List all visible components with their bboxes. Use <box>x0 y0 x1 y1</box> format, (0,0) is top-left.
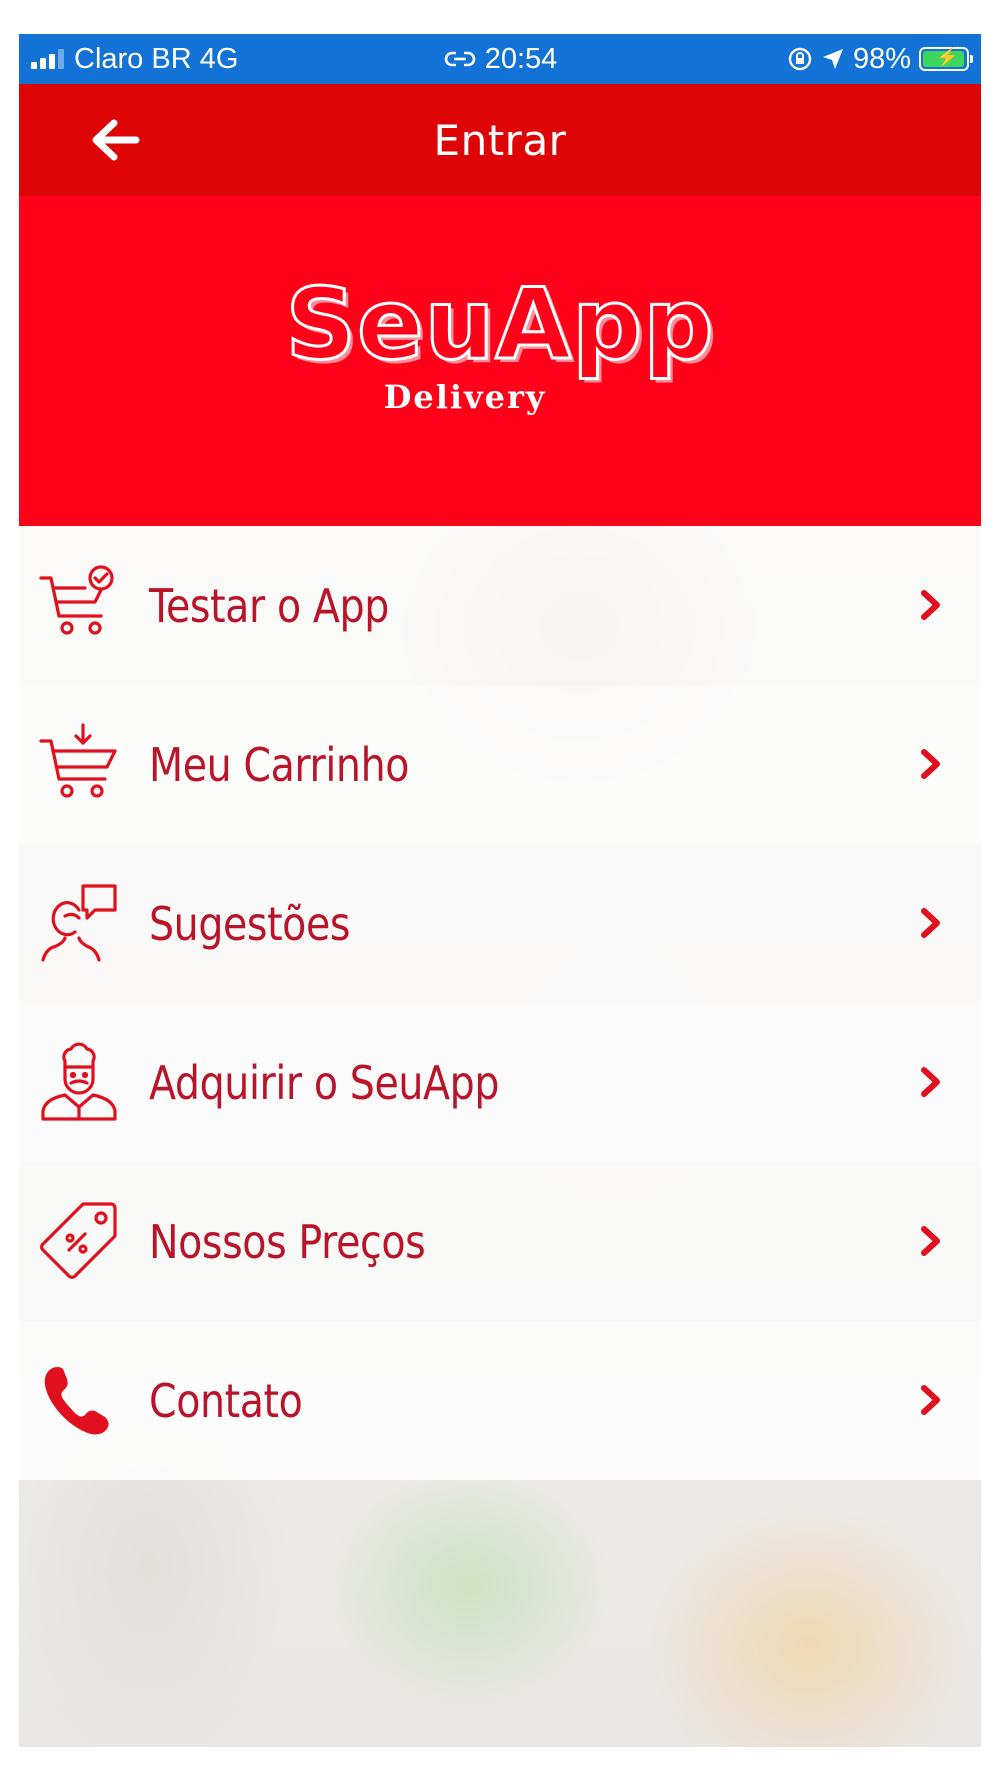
chef-icon <box>41 1042 117 1121</box>
page-title: Entrar <box>433 115 567 165</box>
chevron-right-icon <box>921 1067 940 1097</box>
cart-download-icon <box>39 723 117 798</box>
cart-check-icon <box>39 565 114 635</box>
menu-item-testar-o-app[interactable]: Testar o App <box>19 526 981 685</box>
phone-icon <box>44 1367 109 1435</box>
logo: SeuApp Delivery <box>19 268 981 417</box>
location-arrow-icon <box>822 49 843 69</box>
battery-percent: 98% <box>852 42 911 75</box>
price-tag-icon <box>40 1202 117 1279</box>
menu-item-sugestoes[interactable]: Sugestões <box>19 844 981 1003</box>
chevron-right-icon <box>921 908 940 938</box>
chevron-right-icon <box>921 1226 940 1256</box>
menu-item-label: Testar o App <box>149 578 389 633</box>
main-menu: Testar o App Meu Carrinho Sugestões Adqu… <box>19 526 981 1480</box>
menu-item-label: Adquirir o SeuApp <box>149 1055 500 1110</box>
logo-subtitle: Delivery <box>383 378 547 416</box>
menu-item-adquirir-o-seuapp[interactable]: Adquirir o SeuApp <box>19 1003 981 1162</box>
chevron-right-icon <box>921 749 940 779</box>
status-right: 98% ⚡ <box>787 34 973 84</box>
status-bar: Claro BR 4G 20:54 98% ⚡ <box>19 34 981 84</box>
rotation-lock-icon <box>788 47 812 71</box>
logo-wordmark: SeuApp <box>284 268 715 382</box>
menu-item-meu-carrinho[interactable]: Meu Carrinho <box>19 685 981 844</box>
menu-item-label: Meu Carrinho <box>149 737 410 792</box>
chevron-right-icon <box>921 1385 940 1415</box>
menu-item-contato[interactable]: Contato <box>19 1321 981 1480</box>
clock: 20:54 <box>484 42 558 75</box>
brand-banner: SeuApp Delivery <box>19 196 981 526</box>
menu-item-label: Nossos Preços <box>149 1214 426 1269</box>
nav-bar: Entrar <box>19 84 981 196</box>
menu-item-label: Sugestões <box>149 896 351 951</box>
menu-item-nossos-precos[interactable]: Nossos Preços <box>19 1162 981 1321</box>
battery-icon: ⚡ <box>919 47 973 71</box>
person-chat-icon <box>41 884 117 962</box>
chevron-right-icon <box>921 590 940 620</box>
menu-item-label: Contato <box>149 1373 303 1428</box>
link-icon <box>444 51 475 67</box>
app-screen: Claro BR 4G 20:54 98% ⚡ Entrar SeuApp De… <box>19 34 981 1747</box>
